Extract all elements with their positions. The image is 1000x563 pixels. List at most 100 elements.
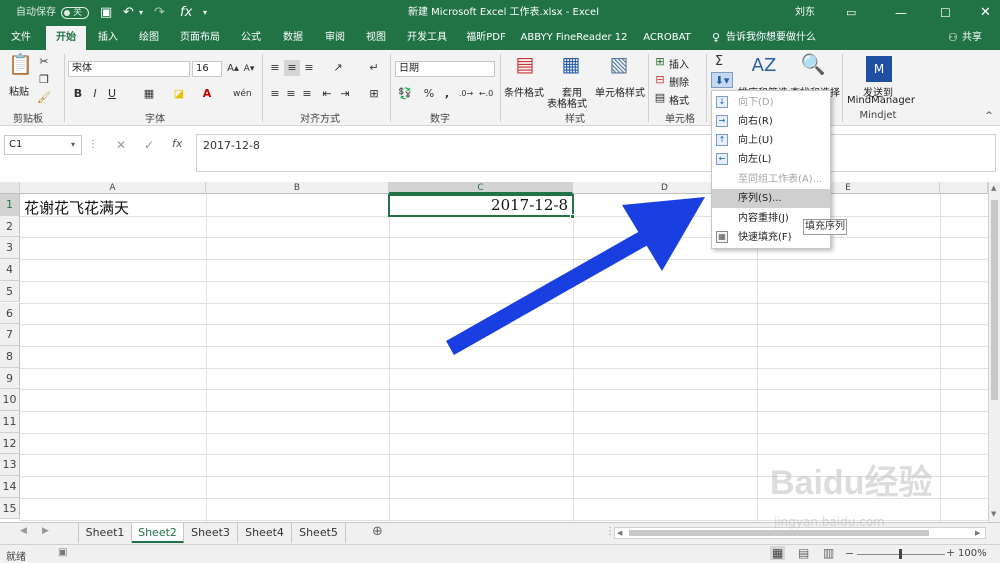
next-sheet-icon[interactable]: ▶ — [42, 526, 49, 536]
format-cells-button[interactable]: 格式 — [669, 92, 689, 107]
close-icon[interactable]: ✕ — [980, 0, 991, 26]
vertical-scrollbar[interactable]: ▲ ▼ — [988, 182, 1000, 522]
tab-view[interactable]: 视图 — [359, 26, 393, 50]
menu-item-fill-left[interactable]: ← 向左(L) — [712, 150, 830, 169]
row-header-4[interactable]: 4 — [0, 259, 20, 281]
page-break-view-icon[interactable]: ▥ — [823, 546, 834, 560]
fill-button-icon[interactable]: ⬇▾ — [711, 72, 733, 88]
row-header-15[interactable]: 15 — [0, 497, 20, 520]
format-cells-icon[interactable]: ▤ — [653, 90, 667, 106]
menu-item-series[interactable]: 序列(S)... — [712, 189, 830, 208]
fx-quick-icon[interactable]: fx — [180, 0, 192, 26]
insert-function-icon[interactable]: fx — [172, 137, 182, 150]
conditional-format-icon[interactable]: ▤ — [512, 54, 538, 82]
find-select-icon[interactable]: 🔍 — [800, 54, 826, 82]
name-box-dropdown-icon[interactable]: ▾ — [71, 140, 75, 149]
number-format-select[interactable]: 日期 — [395, 61, 495, 77]
sheet-tab-4[interactable]: Sheet4 — [238, 523, 292, 543]
prev-sheet-icon[interactable]: ◀ — [20, 526, 27, 536]
minimize-icon[interactable]: — — [895, 0, 907, 26]
send-to-line2[interactable]: MindManager — [847, 95, 915, 106]
increase-decimal-icon[interactable]: .0→ — [458, 86, 474, 102]
decrease-font-icon[interactable]: A▾ — [242, 61, 256, 77]
insert-cells-button[interactable]: 插入 — [669, 56, 689, 71]
menu-item-across-worksheets[interactable]: 至同组工作表(A)... — [712, 170, 830, 189]
tab-foxit-pdf[interactable]: 福昕PDF — [461, 26, 511, 50]
menu-item-fill-right[interactable]: → 向右(R) — [712, 112, 830, 131]
row-header-14[interactable]: 14 — [0, 476, 20, 498]
cut-icon[interactable]: ✂ — [37, 54, 51, 70]
row-header-9[interactable]: 9 — [0, 367, 20, 390]
sheet-tab-3[interactable]: Sheet3 — [184, 523, 238, 543]
fill-color-icon[interactable]: ◪ — [172, 86, 186, 102]
collapse-ribbon-icon[interactable]: ^ — [982, 108, 996, 124]
user-name[interactable]: 刘东 — [795, 0, 815, 26]
column-header-b[interactable]: B — [206, 182, 389, 194]
mindmanager-icon[interactable]: M — [866, 56, 892, 82]
maximize-icon[interactable]: ☐ — [940, 0, 951, 26]
wrap-text-icon[interactable]: ↵ — [366, 60, 382, 76]
underline-button[interactable]: U — [106, 86, 118, 102]
tab-abbyy[interactable]: ABBYY FineReader 12 — [518, 26, 630, 50]
align-left-icon[interactable]: ≡ — [268, 86, 282, 102]
undo-dropdown-icon[interactable]: ▾ — [139, 0, 143, 26]
delete-cells-icon[interactable]: ⊟ — [653, 72, 667, 88]
row-header-12[interactable]: 12 — [0, 432, 20, 455]
copy-icon[interactable]: ❐ — [37, 72, 51, 88]
align-bottom-icon[interactable]: ≡ — [302, 60, 316, 76]
sheet-tab-2[interactable]: Sheet2 — [132, 523, 184, 543]
add-sheet-icon[interactable]: ⊕ — [372, 524, 383, 539]
ribbon-display-icon[interactable]: ▭ — [846, 0, 856, 26]
align-center-icon[interactable]: ≡ — [284, 86, 298, 102]
comma-style-icon[interactable]: , — [440, 86, 454, 102]
zoom-level[interactable]: 100% — [958, 548, 987, 559]
sort-filter-icon[interactable]: AZ — [751, 57, 777, 82]
column-header-f[interactable] — [940, 182, 988, 194]
tab-data[interactable]: 数据 — [276, 26, 310, 50]
conditional-format-button[interactable]: 条件格式 — [504, 84, 544, 99]
tab-developer[interactable]: 开发工具 — [401, 26, 453, 50]
tab-draw[interactable]: 绘图 — [131, 26, 167, 50]
align-middle-icon[interactable]: ≡ — [284, 60, 300, 76]
autosum-icon[interactable]: Σ — [711, 54, 727, 70]
page-layout-view-icon[interactable]: ▤ — [798, 546, 809, 560]
percent-button[interactable]: % — [422, 86, 436, 102]
tab-acrobat[interactable]: ACROBAT — [640, 26, 694, 50]
font-color-icon[interactable]: A — [200, 86, 214, 102]
font-size-select[interactable]: 16 — [192, 61, 222, 77]
merge-center-icon[interactable]: ⊞ — [366, 86, 382, 102]
row-header-8[interactable]: 8 — [0, 345, 20, 368]
cell-styles-icon[interactable]: ▧ — [606, 54, 632, 82]
italic-button[interactable]: I — [89, 86, 101, 102]
row-header-7[interactable]: 7 — [0, 324, 20, 346]
paste-button[interactable]: 粘贴 — [9, 83, 29, 98]
redo-icon[interactable]: ↷ — [154, 0, 165, 26]
cell-styles-button[interactable]: 单元格样式 — [595, 84, 645, 99]
insert-cells-icon[interactable]: ⊞ — [653, 54, 667, 70]
menu-item-fill-down[interactable]: ↓ 向下(D) — [712, 93, 830, 112]
sheet-tab-1[interactable]: Sheet1 — [78, 523, 132, 543]
tab-formulas[interactable]: 公式 — [234, 26, 268, 50]
zoom-in-icon[interactable]: + — [946, 546, 955, 559]
tab-home[interactable]: 开始 — [46, 26, 86, 50]
share-button[interactable]: 共享 — [962, 26, 982, 50]
row-header-1[interactable]: 1 — [0, 194, 20, 216]
decrease-decimal-icon[interactable]: ←.0 — [478, 86, 494, 102]
tab-insert[interactable]: 插入 — [90, 26, 126, 50]
undo-icon[interactable]: ↶ — [123, 0, 134, 26]
save-icon[interactable]: ▣ — [100, 0, 112, 26]
delete-cells-button[interactable]: 删除 — [669, 74, 689, 89]
row-header-13[interactable]: 13 — [0, 454, 20, 477]
column-header-a[interactable]: A — [20, 182, 206, 194]
format-as-table-line2[interactable]: 表格格式 — [547, 95, 587, 110]
row-header-6[interactable]: 6 — [0, 302, 20, 325]
row-header-11[interactable]: 11 — [0, 411, 20, 433]
row-header-5[interactable]: 5 — [0, 280, 20, 303]
macro-record-icon[interactable]: ▣ — [58, 547, 67, 558]
tab-page-layout[interactable]: 页面布局 — [174, 26, 226, 50]
format-as-table-icon[interactable]: ▦ — [558, 54, 584, 82]
formula-input[interactable]: 2017-12-8 — [196, 134, 996, 172]
borders-icon[interactable]: ▦ — [142, 86, 156, 102]
font-name-select[interactable]: 宋体 — [68, 61, 190, 77]
tell-me-search[interactable]: 告诉我你想要做什么 — [726, 26, 816, 50]
